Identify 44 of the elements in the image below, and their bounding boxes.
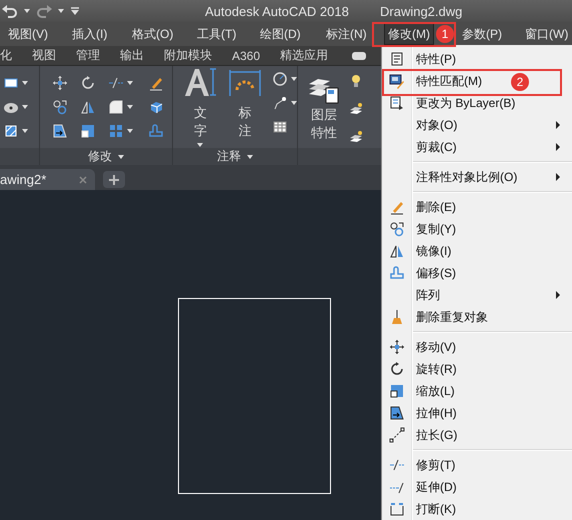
ribbon-tab[interactable]: 视图 xyxy=(32,47,56,64)
menu-item[interactable]: 参数(P) xyxy=(458,23,506,45)
menu-option[interactable]: 修剪(T) xyxy=(416,458,456,472)
panel-title: 注释 xyxy=(217,148,241,165)
menu-option[interactable]: 删除(E) xyxy=(416,200,456,214)
menu-option[interactable]: 延伸(D) xyxy=(416,480,457,494)
menu-item[interactable]: 绘图(D) xyxy=(256,23,305,45)
menu-option[interactable]: 缩放(L) xyxy=(416,384,455,398)
menu-option[interactable]: 剪裁(C) xyxy=(416,140,457,154)
menu-item[interactable]: 修改(M) xyxy=(384,23,434,45)
menu-item[interactable]: 工具(T) xyxy=(193,23,240,45)
document-tab[interactable]: awing2* xyxy=(0,169,95,190)
document-name: Drawing2.dwg xyxy=(380,4,462,18)
ribbon-tab[interactable]: 精选应用 xyxy=(280,47,328,64)
ribbon-tab[interactable]: A360 xyxy=(232,48,260,62)
layer-properties-button[interactable]: 图层特性 xyxy=(309,106,339,142)
menu-option[interactable]: 删除重复对象 xyxy=(416,310,488,324)
menu-item[interactable]: 标注(N) xyxy=(322,23,371,45)
menu-option[interactable]: 镜像(I) xyxy=(416,244,452,258)
ribbon-tab[interactable]: 附加模块 xyxy=(164,47,212,64)
menu-option[interactable]: 拉伸(H) xyxy=(416,406,457,420)
dimension-button[interactable]: 标注 xyxy=(228,100,262,141)
ribbon-tab[interactable]: 输出 xyxy=(120,47,144,64)
menu-option[interactable]: 拉长(G) xyxy=(416,428,458,442)
menu-option[interactable]: 复制(Y) xyxy=(416,222,456,236)
menu-option[interactable]: 打断(K) xyxy=(416,502,456,516)
menu-option[interactable]: 旋转(R) xyxy=(416,362,457,376)
panel-title: 修改 xyxy=(88,148,112,165)
menu-option[interactable]: 对象(O) xyxy=(416,118,458,132)
ribbon-tab[interactable]: 化 xyxy=(0,47,12,64)
menu-option[interactable]: 更改为 ByLayer(B) xyxy=(416,96,516,110)
menu-option[interactable]: 特性(P) xyxy=(416,52,456,66)
menu-item[interactable]: 插入(I) xyxy=(68,23,112,45)
text-button[interactable]: 文字 xyxy=(183,100,218,141)
menu-item[interactable]: 窗口(W) xyxy=(521,23,572,45)
menu-item[interactable]: 视图(V) xyxy=(4,23,52,45)
menu-option[interactable]: 偏移(S) xyxy=(416,266,456,280)
menu-option[interactable]: 注释性对象比例(O) xyxy=(416,170,518,184)
menu-item[interactable]: 格式(O) xyxy=(128,23,178,45)
window-title: Autodesk AutoCAD 2018 xyxy=(205,4,350,18)
menu-option[interactable]: 特性匹配(M) xyxy=(416,74,482,88)
menu-option[interactable]: 移动(V) xyxy=(416,340,456,354)
ribbon-tab[interactable]: 管理 xyxy=(76,47,100,64)
menu-option[interactable]: 阵列 xyxy=(416,288,440,302)
